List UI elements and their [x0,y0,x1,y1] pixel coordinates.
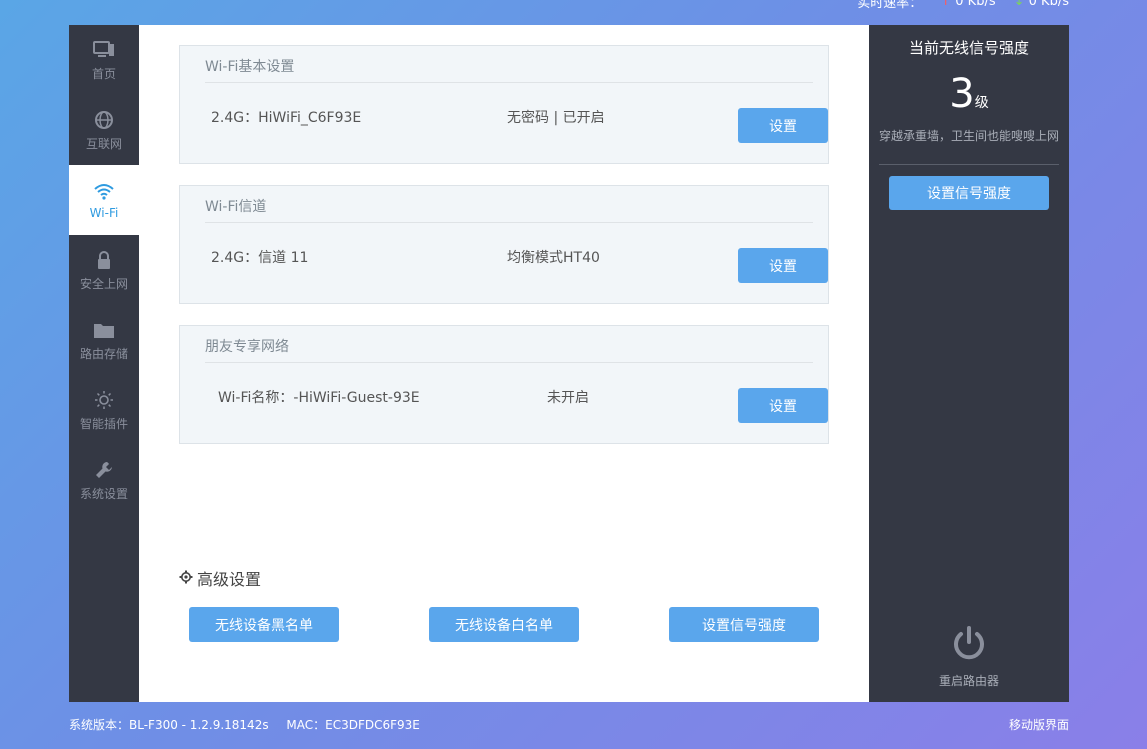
sidebar-item-label: 路由存储 [79,346,128,361]
wifi-basic-settings-button[interactable]: 设置 [738,108,828,143]
mobile-version-link[interactable]: 移动版界面 [1009,716,1069,733]
rate-label: 实时速率： [857,0,923,11]
set-signal-strength-button[interactable]: 设置信号强度 [889,176,1049,210]
signal-panel: 当前无线信号强度 3级 穿越承重墙，卫生间也能嗖嗖上网 设置信号强度 重启路由器 [869,25,1069,702]
sidebar-item-label: 智能插件 [79,416,128,431]
bulb-icon [93,389,115,411]
blacklist-button[interactable]: 无线设备黑名单 [189,607,339,642]
advanced-settings-title: 高级设置 [179,566,261,590]
signal-level-unit: 级 [974,95,989,111]
sidebar-item-plugins[interactable]: 智能插件 [69,375,139,445]
footer: 系统版本：BL-F300 - 1.2.9.18142s MAC：EC3DFDC6… [69,716,1069,733]
whitelist-button[interactable]: 无线设备白名单 [429,607,579,642]
wifi-status-value: 无密码 | 已开启 [507,110,605,126]
sidebar-item-label: Wi-Fi [89,206,119,220]
app-frame: 首页 互联网 Wi-Fi 安全上网 路由存储 智能插件 系统设置 Wi-Fi基本… [69,25,1069,702]
card-title: Wi-Fi基本设置 [205,46,813,83]
computer-icon [93,39,115,61]
sidebar-item-system[interactable]: 系统设置 [69,445,139,515]
card-row: 2.4G：HiWiFi_C6F93E 无密码 | 已开启 设置 [205,83,828,163]
system-info: 系统版本：BL-F300 - 1.2.9.18142s MAC：EC3DFDC6… [69,716,434,733]
wifi-icon [93,180,115,202]
signal-panel-title: 当前无线信号强度 [908,39,1029,57]
signal-level-value: 3 [949,71,975,117]
card-title: Wi-Fi信道 [205,186,813,223]
guest-status-value: 未开启 [547,390,589,406]
sidebar-item-storage[interactable]: 路由存储 [69,305,139,375]
advanced-settings-label: 高级设置 [197,570,262,589]
wifi-mode-value: 均衡模式HT40 [507,250,600,266]
reboot-label: 重启路由器 [938,674,999,688]
sidebar-item-security[interactable]: 安全上网 [69,235,139,305]
wifi-channel-value: 2.4G：信道 11 [211,250,309,266]
main-content: Wi-Fi基本设置 2.4G：HiWiFi_C6F93E 无密码 | 已开启 设… [139,25,869,702]
realtime-rate: 实时速率： ↑ 0 Kb/s ↓ 0 Kb/s [857,0,1069,11]
wifi-channel-settings-button[interactable]: 设置 [738,248,828,283]
sidebar-item-label: 安全上网 [79,276,128,291]
globe-icon [93,109,115,131]
download-rate: ↓ 0 Kb/s [1014,0,1069,9]
signal-description: 穿越承重墙，卫生间也能嗖嗖上网 [878,129,1059,143]
guest-network-card: 朋友专享网络 Wi-Fi名称：-HiWiFi-Guest-93E 未开启 设置 [179,325,829,444]
sidebar-item-label: 系统设置 [79,486,128,501]
signal-level: 3级 [869,72,1069,125]
power-icon [950,625,988,666]
sidebar: 首页 互联网 Wi-Fi 安全上网 路由存储 智能插件 系统设置 [69,25,139,702]
wifi-ssid-value: 2.4G：HiWiFi_C6F93E [211,110,362,126]
lock-icon [93,249,115,271]
sidebar-item-home[interactable]: 首页 [69,25,139,95]
guest-ssid-value: Wi-Fi名称：-HiWiFi-Guest-93E [218,390,420,406]
sidebar-item-label: 互联网 [85,136,122,151]
wifi-channel-card: Wi-Fi信道 2.4G：信道 11 均衡模式HT40 设置 [179,185,829,304]
wifi-basic-card: Wi-Fi基本设置 2.4G：HiWiFi_C6F93E 无密码 | 已开启 设… [179,45,829,164]
folder-icon [93,319,115,341]
sidebar-item-label: 首页 [91,66,116,81]
mac-address: MAC：EC3DFDC6F93E [286,718,420,732]
sidebar-item-internet[interactable]: 互联网 [69,95,139,165]
system-version: 系统版本：BL-F300 - 1.2.9.18142s [69,718,269,732]
arrow-down-icon: ↓ [1013,0,1025,9]
guest-network-settings-button[interactable]: 设置 [738,388,828,423]
card-row: 2.4G：信道 11 均衡模式HT40 设置 [205,223,828,303]
arrow-up-icon: ↑ [940,0,952,9]
gear-icon [179,569,193,588]
card-row: Wi-Fi名称：-HiWiFi-Guest-93E 未开启 设置 [205,363,828,443]
signal-strength-button[interactable]: 设置信号强度 [669,607,819,642]
wrench-icon [93,459,115,481]
card-title: 朋友专享网络 [205,326,813,363]
reboot-router-button[interactable]: 重启路由器 [869,625,1069,689]
upload-rate: ↑ 0 Kb/s [940,0,995,9]
sidebar-item-wifi[interactable]: Wi-Fi [69,165,139,235]
divider [879,164,1059,165]
